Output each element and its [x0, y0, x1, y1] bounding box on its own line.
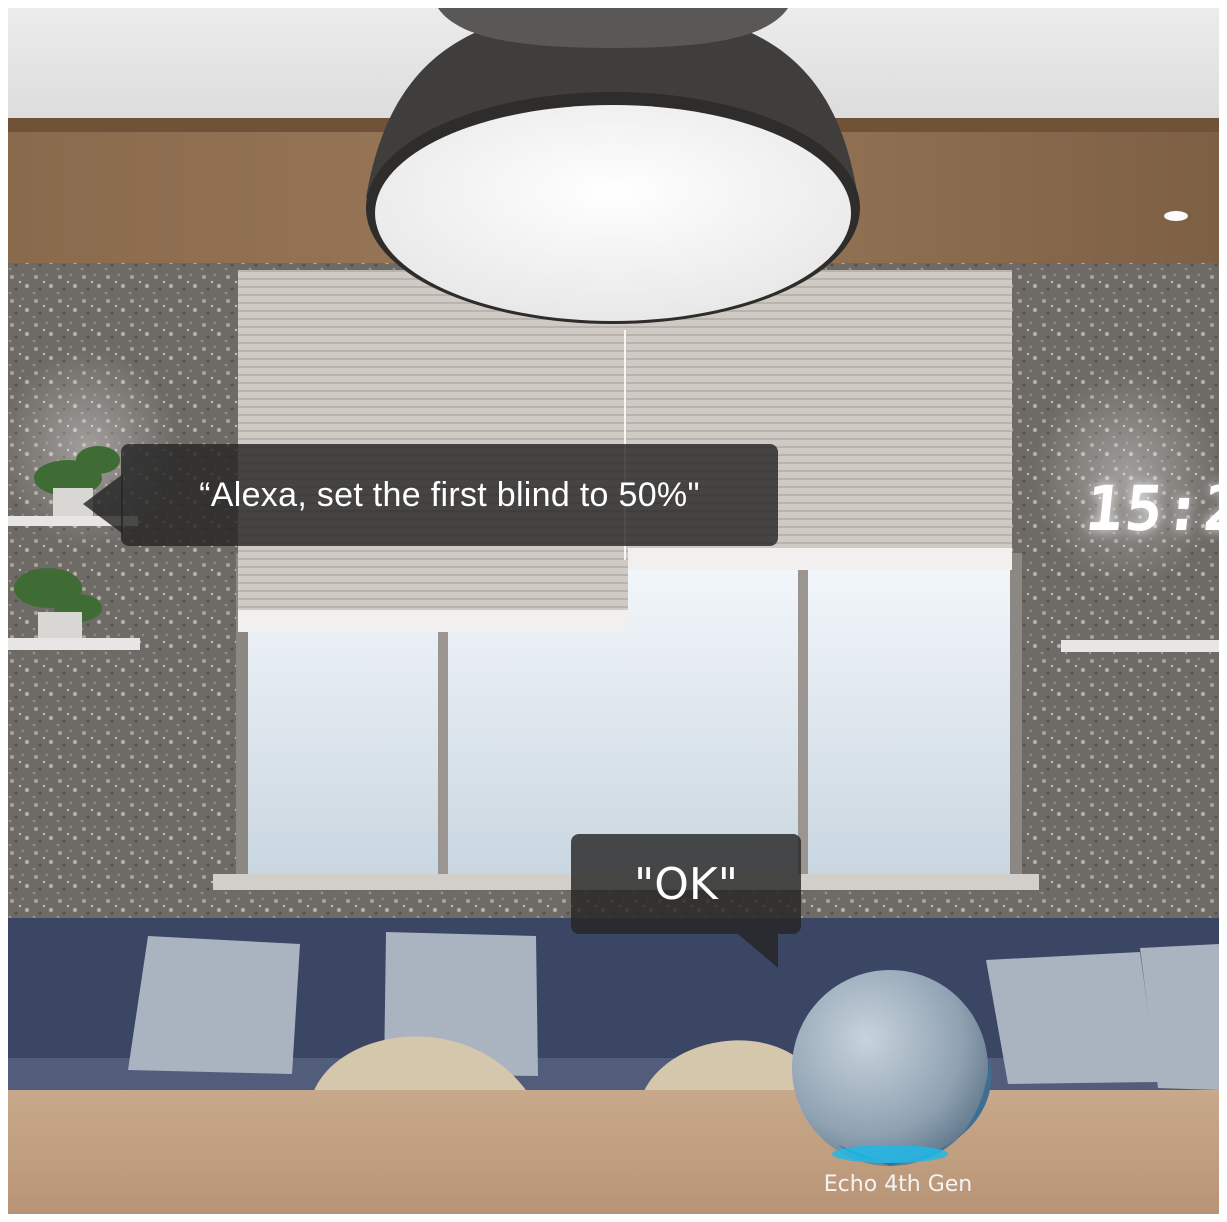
led-wall-clock: 15:2: [1082, 472, 1219, 545]
smart-home-scene: 15:2 “Alexa, set the first blind to 50%"…: [8, 8, 1219, 1214]
voice-reply-bubble: "OK": [571, 834, 801, 934]
reply-bubble-tail: [738, 934, 778, 968]
voice-command-bubble: “Alexa, set the first blind to 50%": [121, 444, 778, 546]
command-bubble-tail: [83, 474, 123, 534]
living-room-photo: [8, 8, 1219, 1214]
device-caption: Echo 4th Gen: [823, 1172, 973, 1197]
